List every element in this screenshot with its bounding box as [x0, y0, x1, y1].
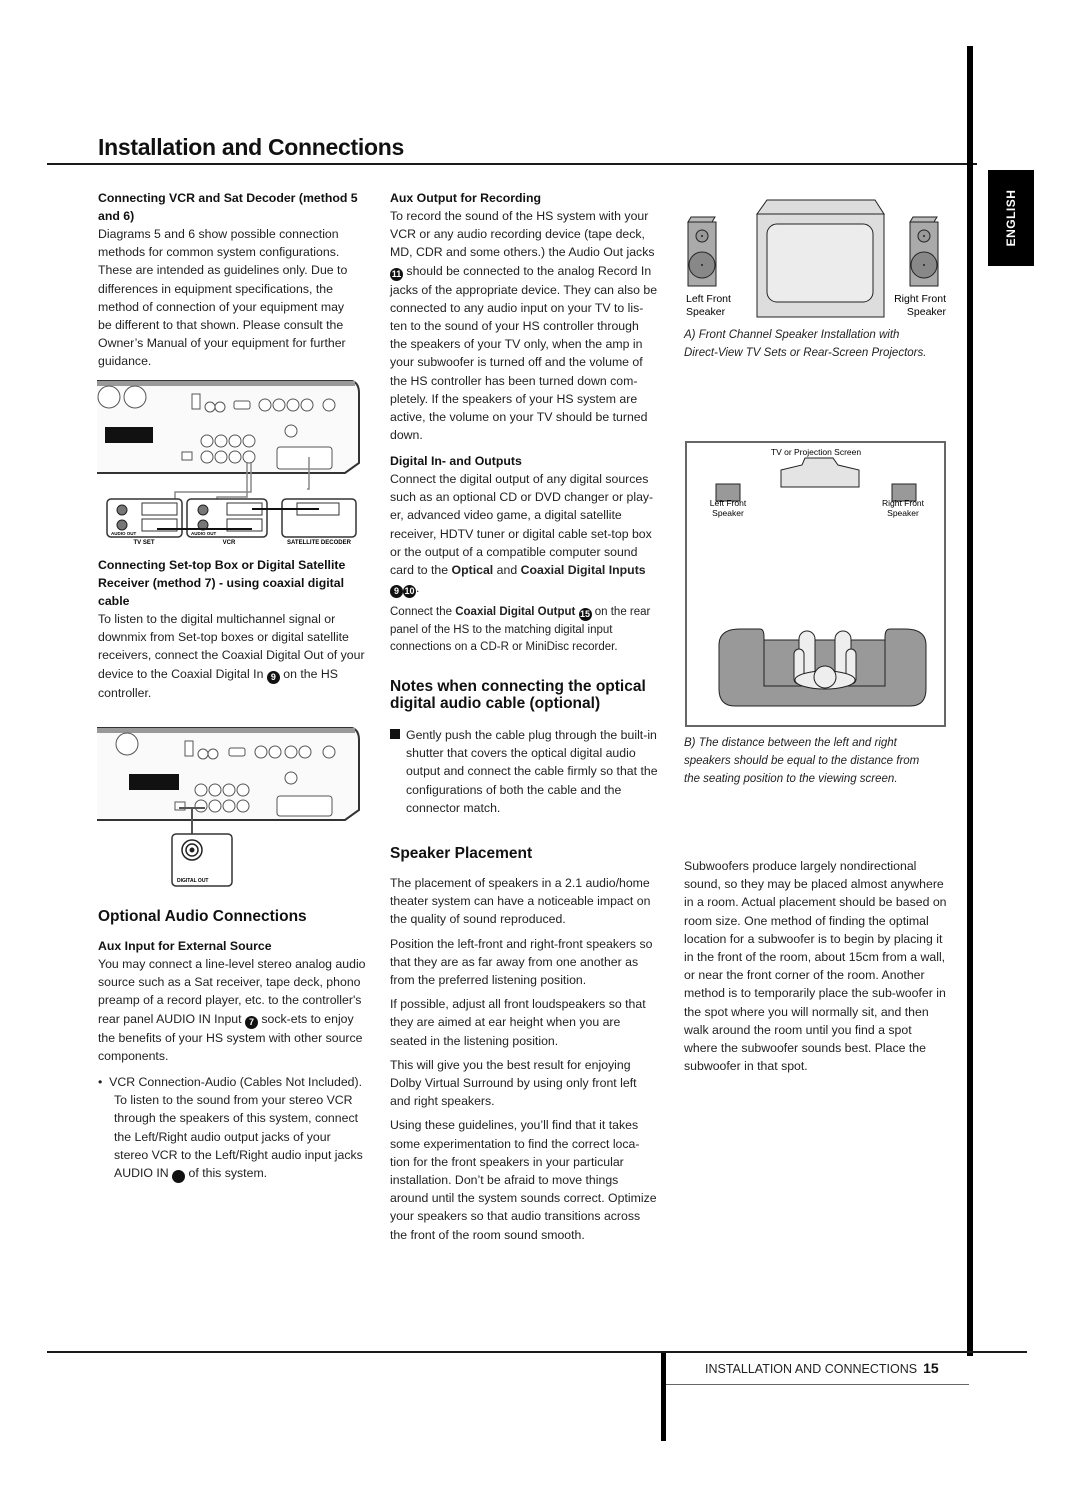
language-tab-label: ENGLISH [1004, 189, 1018, 247]
fig-b-caption-line-1: B) The distance between the left and rig… [684, 737, 897, 749]
ref-badge-11: 11 [390, 267, 403, 281]
ref-badge-7b: 7 [168, 1170, 186, 1184]
fig-a-caption-line-2: Direct-View TV Sets or Rear-Screen Proje… [684, 347, 927, 359]
fig-a-left-label-2: Speaker [686, 306, 726, 318]
aux-output-text-end: should be connected to the analog Record… [390, 263, 658, 443]
digital-out-diagram: DIGITAL OUT [97, 727, 360, 887]
aux-input-heading: Aux Input for External Source [98, 939, 272, 953]
satellite-decoder-label: SATELLITE DECODER [287, 540, 352, 546]
vcr-section-heading: Connecting VCR and Sat Decoder (method 5… [98, 191, 358, 223]
tv-set-label: TV SET [133, 540, 154, 546]
notes-bullet-text: Gently push the cable plug through the b… [406, 728, 658, 815]
speaker-placement-section: Speaker Placement The placement of speak… [390, 845, 658, 1250]
left-speaker-icon [687, 216, 717, 287]
vcr-audio-out-label: AUDIO OUT [191, 531, 217, 536]
digital-io-section: Digital In- and Outputs Connect the digi… [390, 452, 658, 663]
speaker-para-3: If possible, adjust all front loudspeake… [390, 997, 646, 1048]
aux-output-body: To record the sound of the HS system wit… [390, 207, 658, 444]
aux-output-text: To record the sound of the HS system wit… [390, 209, 655, 260]
vcr-bullet-text: VCR Connection-Audio (Cables Not Include… [109, 1075, 363, 1181]
screen-label: TV or Projection Screen [771, 447, 862, 457]
footer: INSTALLATION AND CONNECTIONS 15 [705, 1360, 939, 1376]
footer-subrule [666, 1384, 969, 1385]
coaxial-inputs-bold: Coaxial Digital Inputs [520, 563, 646, 578]
settop-section: Connecting Set-top Box or Digital Satell… [98, 556, 366, 708]
ref-badge-10: 10 [403, 585, 416, 599]
ref-badge-15: 15 [578, 608, 592, 622]
tv-set-icon [756, 199, 885, 318]
right-margin-bar [967, 46, 973, 1356]
digital-io-heading: Digital In- and Outputs [390, 454, 522, 468]
speaker-para-4: This will give you the best result for e… [390, 1057, 637, 1109]
ref-badge-9: 9 [266, 670, 280, 684]
fig-a-caption-line-1: A) Front Channel Speaker Installation wi… [684, 329, 900, 341]
aux-output-section: Aux Output for Recording To record the s… [390, 189, 658, 450]
sofa-listener-icon [718, 628, 927, 707]
subwoofer-text: Subwoofers produce largely nondirectiona… [684, 859, 947, 1074]
rear-panel [97, 727, 360, 821]
subwoofer-section: Subwoofers produce largely nondirectiona… [684, 857, 948, 1081]
notes-bullet: Gently push the cable plug through the b… [390, 726, 658, 817]
fig-b-left-label-1: Left Front [710, 498, 747, 508]
right-speaker-icon [909, 216, 939, 287]
speaker-para-5: Using these guidelines, you’ll find that… [390, 1118, 657, 1242]
speaker-placement-heading: Speaker Placement [390, 845, 533, 862]
language-tab: ENGLISH [988, 170, 1034, 266]
optical-bold: Optical [451, 563, 494, 578]
footer-left-bar [661, 1353, 666, 1441]
figure-a-diagram: Left Front Speaker Right Front Speaker [686, 199, 947, 318]
speaker-para-1: The placement of speakers in a 2.1 audio… [390, 876, 651, 927]
vcr-section-body: Diagrams 5 and 6 show possible connectio… [98, 227, 348, 369]
fig-b-right-label-2: Speaker [887, 508, 919, 518]
digital-out-label: DIGITAL OUT [177, 878, 208, 884]
optional-audio-section: Optional Audio Connections Aux Input for… [98, 908, 366, 1189]
fig-b-left-label-2: Speaker [712, 508, 744, 518]
figure-b-diagram: TV or Projection Screen Left Front Speak… [685, 441, 946, 727]
coaxial-output-bold: Coaxial Digital Output [455, 606, 576, 619]
page-title: Installation and Connections [98, 134, 404, 160]
footer-section-label: INSTALLATION AND CONNECTIONS [705, 1362, 918, 1376]
notes-heading: Notes when connecting the optical digita… [390, 678, 646, 712]
fig-a-right-label-1: Right Front [894, 293, 946, 305]
settop-section-heading: Connecting Set-top Box or Digital Satell… [98, 558, 346, 608]
vcr-section: Connecting VCR and Sat Decoder (method 5… [98, 189, 360, 377]
footer-rule [47, 1351, 1027, 1353]
speaker-para-2: Position the left-front and right-front … [390, 936, 653, 988]
ref-badge-7: 7 [244, 1015, 258, 1029]
figure-a-caption: A) Front Channel Speaker Installation wi… [684, 326, 964, 362]
digital-io-text: Connect the digital output of any digita… [390, 472, 654, 578]
fig-b-caption-line-3: the seating position to the viewing scre… [684, 773, 898, 785]
ref-badge-9b: 9 [390, 585, 403, 599]
fig-b-right-label-1: Right Front [882, 498, 925, 508]
aux-input-body: You may connect a line-level stereo anal… [98, 955, 366, 1065]
rear-panel [97, 380, 360, 474]
settop-section-body: To listen to the digital multichannel si… [98, 610, 366, 702]
page-number: 15 [923, 1360, 939, 1376]
optional-audio-heading: Optional Audio Connections [98, 908, 307, 925]
figure-b-caption: B) The distance between the left and rig… [684, 734, 964, 788]
para2-text: Connect the [390, 606, 453, 619]
and-text: and [496, 563, 518, 578]
satellite-decoder-device [281, 498, 357, 538]
vcr-connection-diagram: TV SET VCR SATELLITE DECODER AUDIO OUT A… [97, 380, 360, 546]
coaxial-output-para: Connect the Coaxial Digital Output 15 on… [390, 604, 658, 657]
tv-audio-out-label: AUDIO OUT [111, 531, 137, 536]
fig-a-left-label-1: Left Front [686, 293, 731, 305]
title-rule [47, 163, 977, 165]
notes-section: Notes when connecting the optical digita… [390, 678, 658, 823]
fig-b-caption-line-2: speakers should be equal to the distance… [684, 755, 920, 767]
aux-output-heading: Aux Output for Recording [390, 191, 541, 205]
vcr-label: VCR [223, 540, 236, 546]
fig-a-right-label-2: Speaker [907, 306, 947, 318]
vcr-bullet-text-end: of this system. [188, 1166, 268, 1181]
digital-io-body: Connect the digital output of any digita… [390, 472, 654, 599]
vcr-audio-bullet: • VCR Connection-Audio (Cables Not Inclu… [98, 1075, 363, 1184]
square-bullet-icon [390, 729, 400, 739]
